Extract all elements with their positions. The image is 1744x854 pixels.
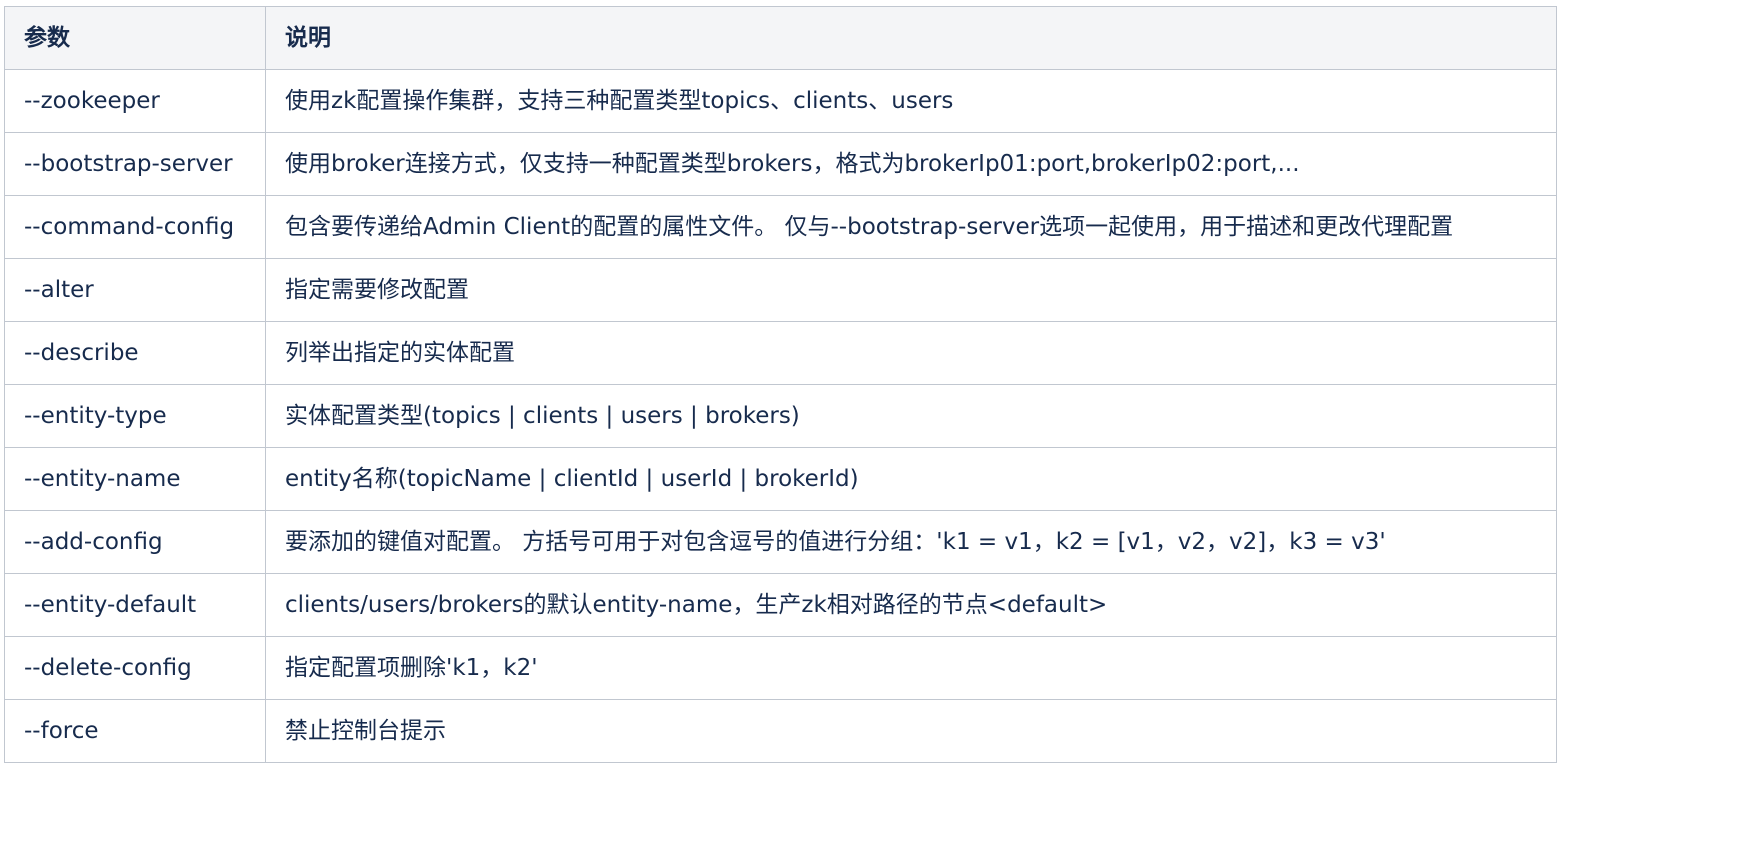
description-cell: clients/users/brokers的默认entity-name，生产zk… [265,573,1557,637]
table-body: --zookeeper 使用zk配置操作集群，支持三种配置类型topics、cl… [4,69,1557,763]
description-cell: 列举出指定的实体配置 [265,321,1557,385]
param-cell: --command-config [4,195,266,259]
param-cell: --add-config [4,510,266,574]
table-row: --bootstrap-server 使用broker连接方式，仅支持一种配置类… [4,132,1557,196]
table-row: --entity-type 实体配置类型(topics | clients | … [4,384,1557,448]
table-row: --command-config 包含要传递给Admin Client的配置的属… [4,195,1557,259]
description-cell: 使用broker连接方式，仅支持一种配置类型brokers，格式为brokerI… [265,132,1557,196]
description-cell: 指定需要修改配置 [265,258,1557,322]
description-cell: 禁止控制台提示 [265,699,1557,763]
param-cell: --zookeeper [4,69,266,133]
description-cell: 要添加的键值对配置。 方括号可用于对包含逗号的值进行分组：'k1 = v1，k2… [265,510,1557,574]
param-cell: --delete-config [4,636,266,700]
param-cell: --force [4,699,266,763]
parameter-table: 参数 说明 --zookeeper 使用zk配置操作集群，支持三种配置类型top… [4,6,1557,763]
parameter-table-container: 参数 说明 --zookeeper 使用zk配置操作集群，支持三种配置类型top… [4,6,1557,763]
table-row: --force 禁止控制台提示 [4,699,1557,763]
header-row: 参数 说明 [4,6,1557,70]
description-cell: 使用zk配置操作集群，支持三种配置类型topics、clients、users [265,69,1557,133]
table-row: --entity-default clients/users/brokers的默… [4,573,1557,637]
header-param: 参数 [4,6,266,70]
table-row: --zookeeper 使用zk配置操作集群，支持三种配置类型topics、cl… [4,69,1557,133]
table-row: --entity-name entity名称(topicName | clien… [4,447,1557,511]
table-row: --alter 指定需要修改配置 [4,258,1557,322]
description-cell: 指定配置项删除'k1，k2' [265,636,1557,700]
param-cell: --alter [4,258,266,322]
param-cell: --entity-type [4,384,266,448]
param-cell: --bootstrap-server [4,132,266,196]
param-cell: --entity-name [4,447,266,511]
table-header: 参数 说明 [4,6,1557,70]
description-cell: 实体配置类型(topics | clients | users | broker… [265,384,1557,448]
description-cell: 包含要传递给Admin Client的配置的属性文件。 仅与--bootstra… [265,195,1557,259]
table-row: --describe 列举出指定的实体配置 [4,321,1557,385]
table-row: --add-config 要添加的键值对配置。 方括号可用于对包含逗号的值进行分… [4,510,1557,574]
description-cell: entity名称(topicName | clientId | userId |… [265,447,1557,511]
param-cell: --entity-default [4,573,266,637]
param-cell: --describe [4,321,266,385]
header-description: 说明 [265,6,1557,70]
table-row: --delete-config 指定配置项删除'k1，k2' [4,636,1557,700]
